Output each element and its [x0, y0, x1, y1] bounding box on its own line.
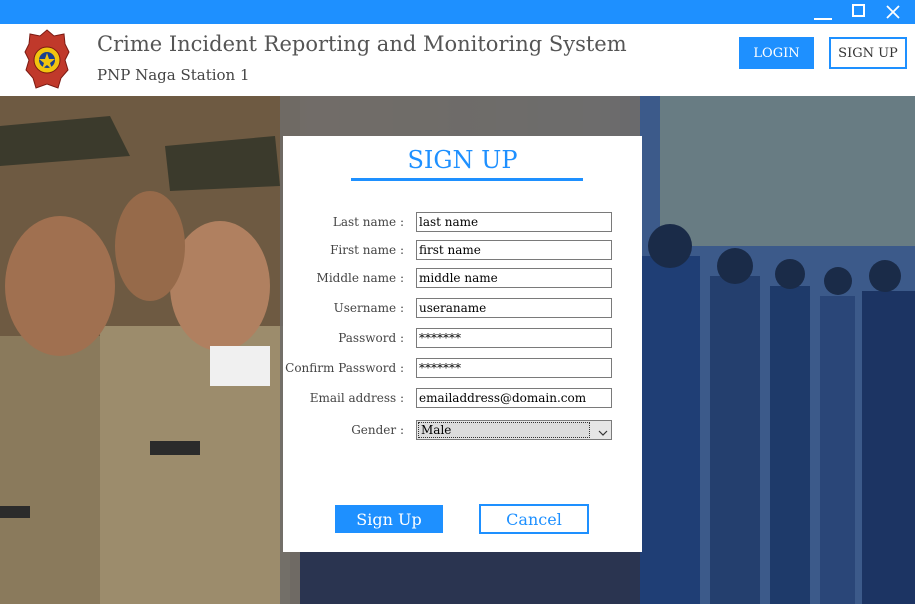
confirm-password-input[interactable] — [416, 358, 612, 378]
pnp-logo — [24, 28, 70, 92]
signup-nav-button[interactable]: SIGN UP — [829, 37, 907, 69]
confirm-password-label: Confirm Password : — [285, 361, 404, 375]
password-label: Password : — [338, 331, 404, 345]
signup-submit-button[interactable]: Sign Up — [335, 505, 443, 533]
signup-card: SIGN UP Last name : First name : Middle … — [283, 136, 642, 552]
signup-title: SIGN UP — [407, 146, 518, 174]
app-title: Crime Incident Reporting and Monitoring … — [97, 32, 627, 56]
window-titlebar — [0, 0, 915, 24]
chevron-down-icon[interactable] — [597, 424, 609, 443]
email-label: Email address : — [309, 391, 404, 405]
firstname-label: First name : — [330, 243, 404, 257]
lastname-label: Last name : — [332, 215, 404, 229]
password-input[interactable] — [416, 328, 612, 348]
username-label: Username : — [333, 301, 404, 315]
close-icon[interactable] — [882, 2, 906, 22]
minimize-icon[interactable] — [812, 2, 836, 22]
app-header: Crime Incident Reporting and Monitoring … — [0, 24, 915, 96]
gender-selected-value: Male — [418, 422, 590, 438]
maximize-icon[interactable] — [848, 2, 872, 22]
gender-label: Gender : — [351, 423, 404, 437]
title-underline — [351, 178, 583, 181]
gender-select[interactable]: Male — [416, 420, 612, 440]
middlename-input[interactable] — [416, 268, 612, 288]
lastname-input[interactable] — [416, 212, 612, 232]
username-input[interactable] — [416, 298, 612, 318]
email-input[interactable] — [416, 388, 612, 408]
login-button[interactable]: LOGIN — [739, 37, 814, 69]
app-subtitle: PNP Naga Station 1 — [97, 66, 250, 84]
middlename-label: Middle name : — [316, 271, 404, 285]
firstname-input[interactable] — [416, 240, 612, 260]
cancel-button[interactable]: Cancel — [479, 504, 589, 534]
